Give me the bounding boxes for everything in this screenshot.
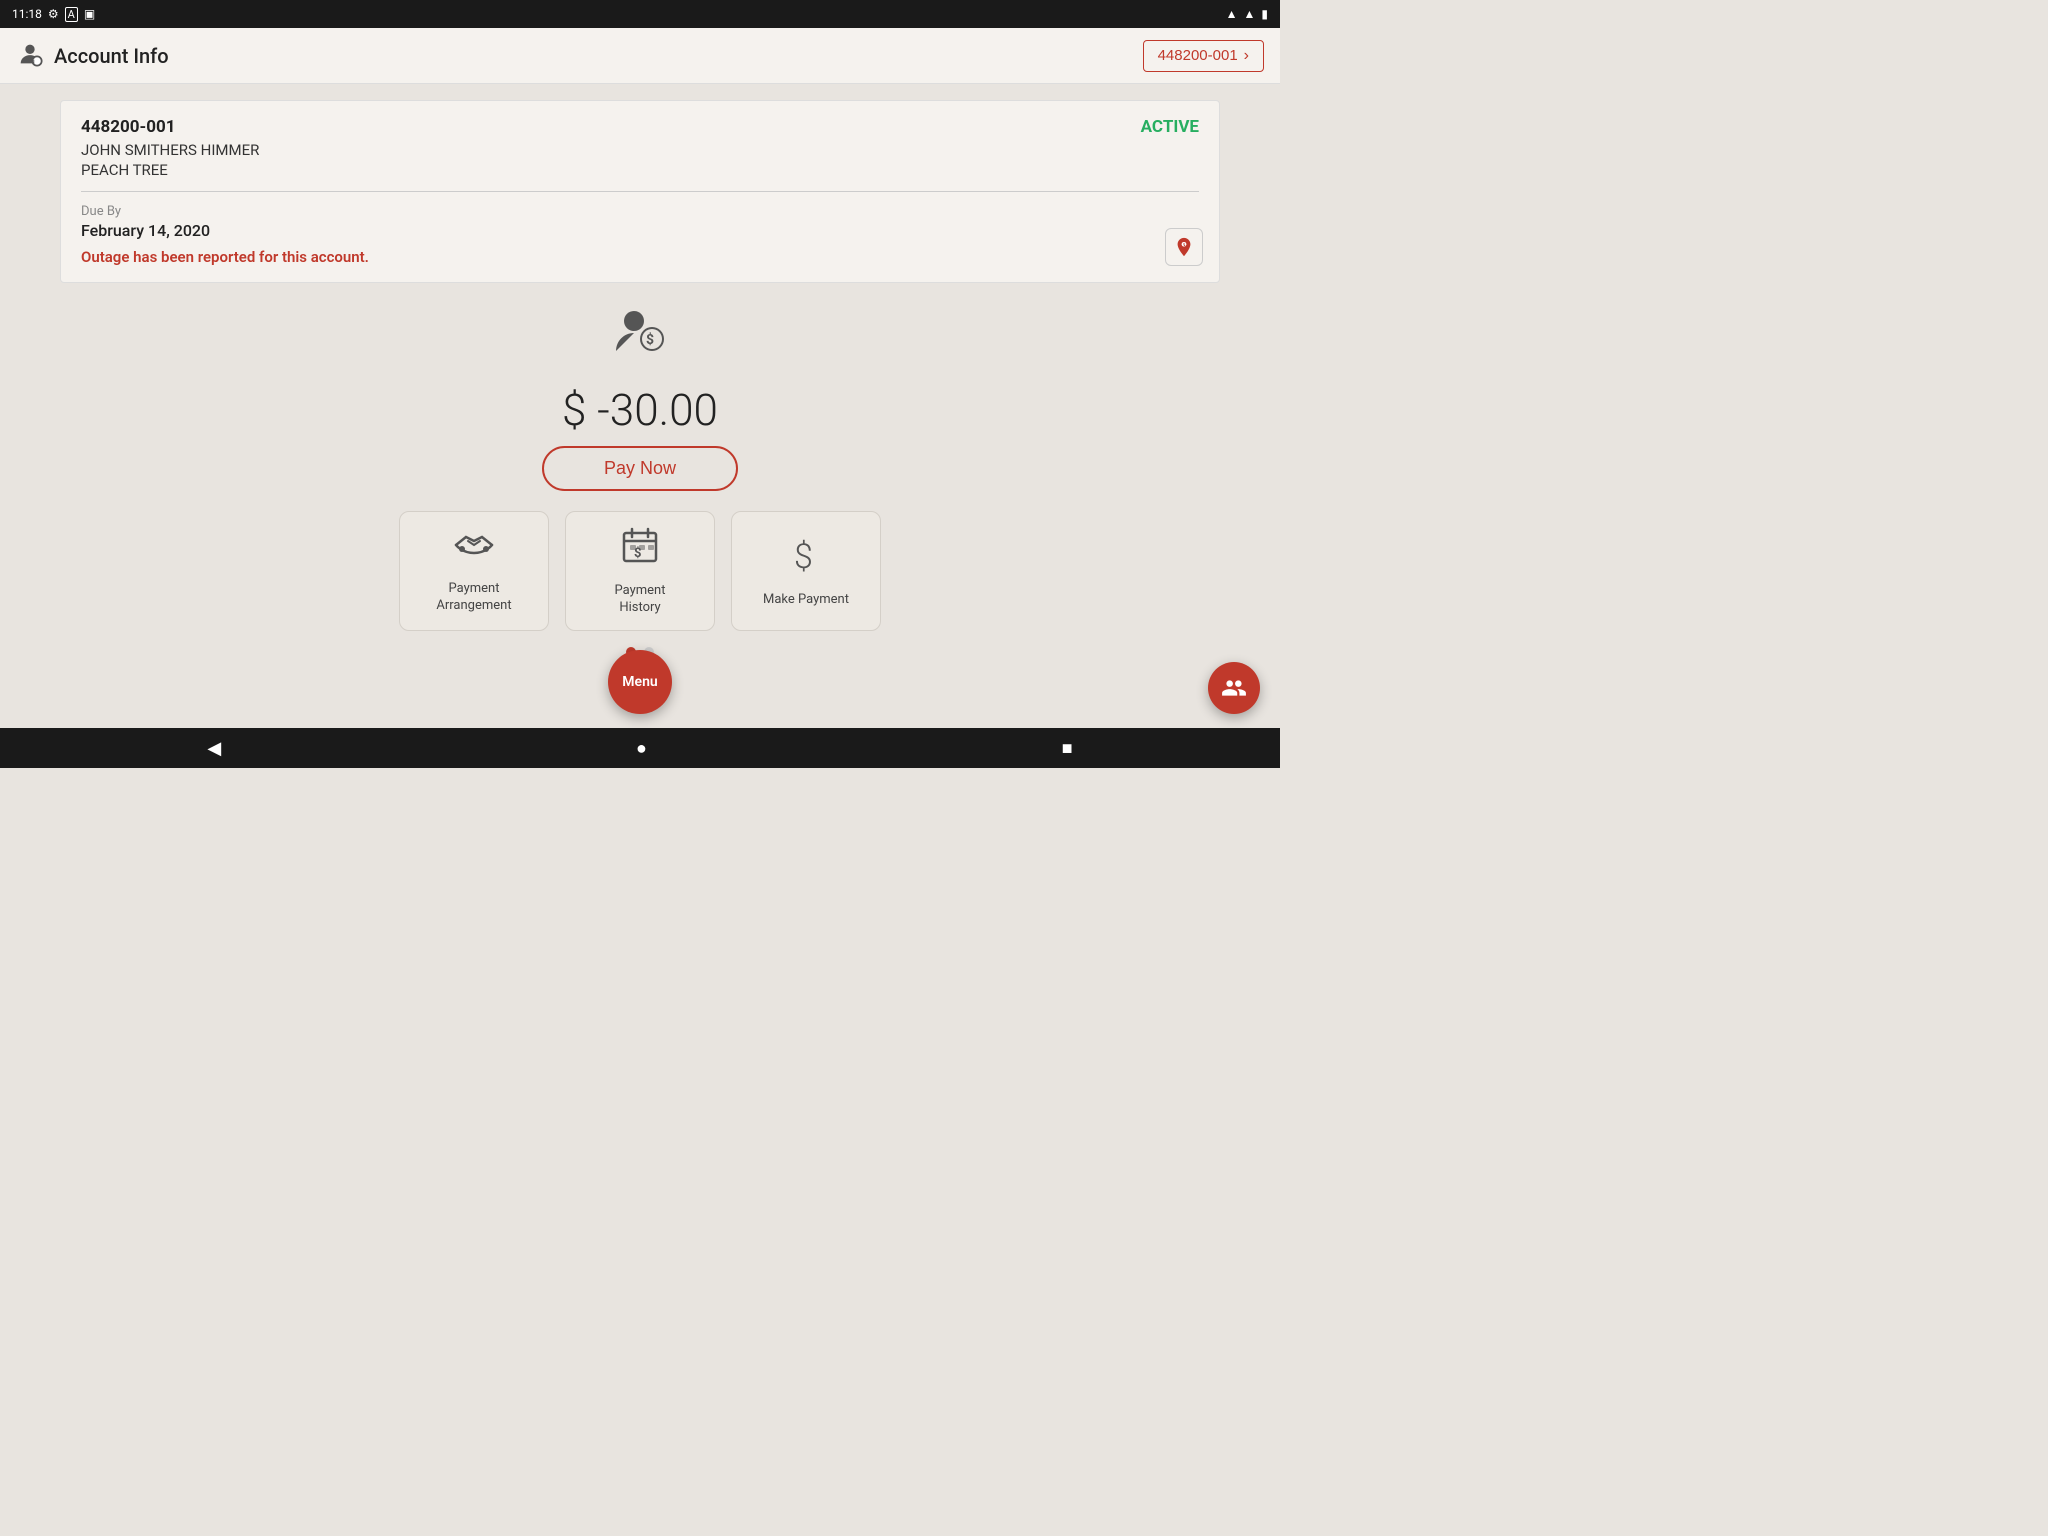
wifi-icon: ▲ xyxy=(1226,7,1238,21)
handshake-icon xyxy=(454,527,494,571)
account-selector-button[interactable]: 448200-001 › xyxy=(1143,40,1264,72)
payment-history-label: PaymentHistory xyxy=(615,583,666,617)
account-person-icon: i xyxy=(16,40,44,72)
outage-location-button[interactable] xyxy=(1165,228,1203,266)
due-by-label: Due By xyxy=(81,204,1199,219)
svg-text:$: $ xyxy=(646,331,654,348)
pay-now-button[interactable]: Pay Now xyxy=(542,446,738,491)
a-icon: A xyxy=(65,7,78,22)
due-date-value: February 14, 2020 xyxy=(81,221,1199,240)
svg-text:i: i xyxy=(33,56,35,66)
sim-icon: ▣ xyxy=(84,7,95,21)
battery-icon: ▮ xyxy=(1261,7,1268,21)
payment-arrangement-button[interactable]: PaymentArrangement xyxy=(399,511,549,631)
card-account-number: 448200-001 xyxy=(81,117,175,137)
account-status-badge: ACTIVE xyxy=(1141,117,1199,137)
app-header: i Account Info 448200-001 › xyxy=(0,28,1280,84)
back-button[interactable]: ◀ xyxy=(207,738,221,759)
payment-arrangement-label: PaymentArrangement xyxy=(436,581,511,615)
menu-fab-label: Menu xyxy=(622,674,657,690)
outage-message: Outage has been reported for this accoun… xyxy=(81,248,1199,266)
signal-icon: ▲ xyxy=(1244,7,1256,21)
balance-person-icon: $ xyxy=(610,303,670,374)
make-payment-label: Make Payment xyxy=(763,592,849,609)
home-button[interactable]: ● xyxy=(636,738,647,759)
calendar-dollar-icon: $ xyxy=(620,525,660,573)
balance-section: $ $ -30.00 Pay Now xyxy=(542,303,738,491)
make-payment-button[interactable]: $ Make Payment xyxy=(731,511,881,631)
account-number-label: 448200-001 xyxy=(1158,47,1238,64)
actions-row: PaymentArrangement $ PaymentHistory xyxy=(399,511,881,631)
android-nav-bar: ◀ ● ■ xyxy=(0,728,1280,768)
balance-amount: $ -30.00 xyxy=(562,384,718,436)
payment-history-button[interactable]: $ PaymentHistory xyxy=(565,511,715,631)
card-divider xyxy=(81,191,1199,192)
page-title: Account Info xyxy=(54,44,169,68)
dollar-sign-icon: $ xyxy=(786,534,826,582)
chat-fab-button[interactable] xyxy=(1208,662,1260,714)
time-display: 11:18 xyxy=(12,7,42,21)
settings-icon: ⚙ xyxy=(48,7,59,21)
main-content: 448200-001 ACTIVE JOHN SMITHERS HIMMER P… xyxy=(0,84,1280,673)
menu-fab-button[interactable]: Menu xyxy=(608,650,672,714)
status-bar: 11:18 ⚙ A ▣ ▲ ▲ ▮ xyxy=(0,0,1280,28)
svg-text:$: $ xyxy=(794,537,813,574)
account-location: PEACH TREE xyxy=(81,161,1199,179)
recent-button[interactable]: ■ xyxy=(1062,738,1073,759)
account-info-card: 448200-001 ACTIVE JOHN SMITHERS HIMMER P… xyxy=(60,100,1220,283)
chevron-right-icon: › xyxy=(1244,47,1249,65)
account-holder-name: JOHN SMITHERS HIMMER xyxy=(81,141,1199,159)
